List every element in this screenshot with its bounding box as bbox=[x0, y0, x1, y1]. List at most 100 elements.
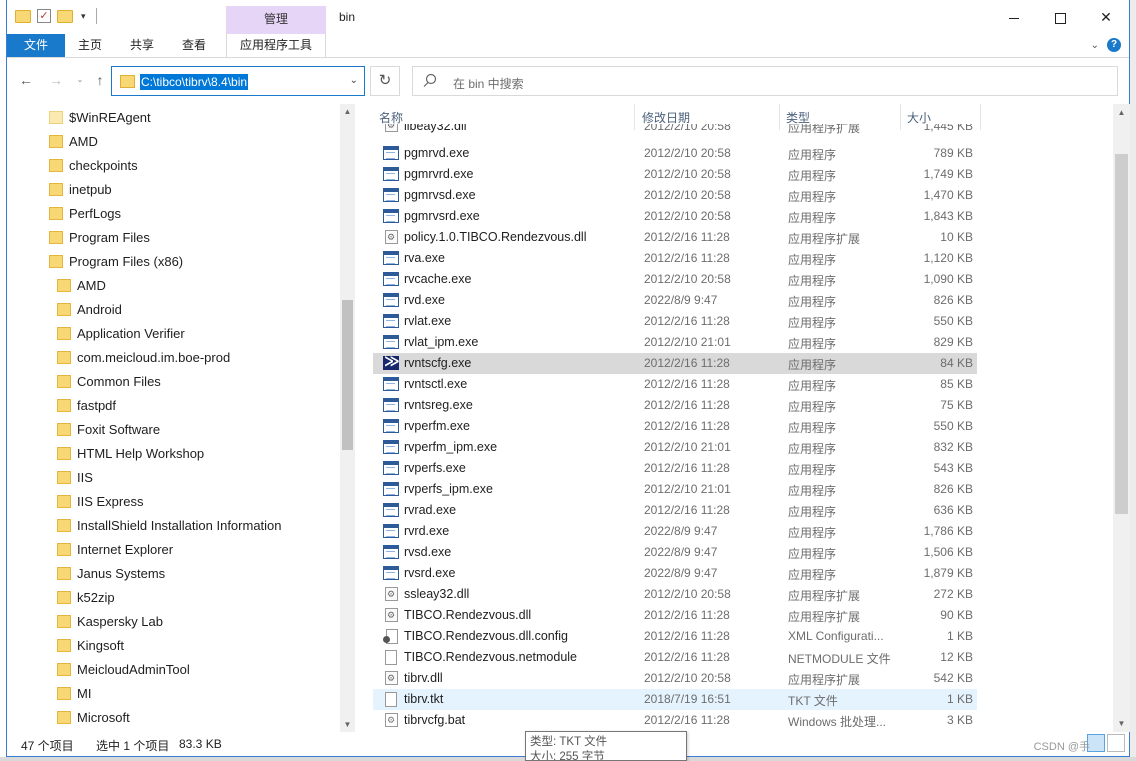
tab-file[interactable]: 文件 bbox=[7, 34, 65, 57]
nav-tree-item[interactable]: IIS bbox=[57, 465, 93, 489]
file-row[interactable]: rvsd.exe 2022/8/9 9:47 应用程序 1,506 KB bbox=[373, 542, 977, 563]
nav-tree-item[interactable]: InstallShield Installation Information bbox=[57, 513, 282, 537]
nav-tree-item[interactable]: AMD bbox=[49, 129, 98, 153]
scroll-up-icon[interactable]: ▲ bbox=[1113, 104, 1130, 121]
search-input[interactable]: 在 bin 中搜索 bbox=[412, 66, 1118, 96]
address-dropdown-chevron-icon[interactable]: ⌄ bbox=[350, 75, 358, 86]
file-name: rvlat_ipm.exe bbox=[404, 335, 479, 349]
file-type: XML Configurati... bbox=[788, 629, 884, 643]
nav-tree-item[interactable]: Internet Explorer bbox=[57, 537, 173, 561]
nav-tree-item[interactable]: AMD bbox=[57, 273, 106, 297]
scroll-down-icon[interactable]: ▼ bbox=[340, 717, 355, 732]
file-row[interactable]: rvlat.exe 2012/2/16 11:28 应用程序 550 KB bbox=[373, 311, 977, 332]
file-row[interactable]: rvperfs.exe 2012/2/16 11:28 应用程序 543 KB bbox=[373, 458, 977, 479]
file-row[interactable]: tibrv.tkt 2018/7/19 16:51 TKT 文件 1 KB bbox=[373, 689, 977, 710]
file-row[interactable]: rvrd.exe 2022/8/9 9:47 应用程序 1,786 KB bbox=[373, 521, 977, 542]
file-row[interactable]: rvntsctl.exe 2012/2/16 11:28 应用程序 85 KB bbox=[373, 374, 977, 395]
file-row[interactable]: rvcache.exe 2012/2/10 20:58 应用程序 1,090 KB bbox=[373, 269, 977, 290]
nav-tree-item[interactable]: fastpdf bbox=[57, 393, 116, 417]
tab-view[interactable]: 查看 bbox=[173, 34, 215, 57]
nav-tree-item-label: MI bbox=[77, 685, 92, 701]
file-row[interactable]: pgmrvd.exe 2012/2/10 20:58 应用程序 789 KB bbox=[373, 143, 977, 164]
file-modified-date: 2022/8/9 9:47 bbox=[644, 566, 718, 580]
file-row[interactable]: ssleay32.dll 2012/2/10 20:58 应用程序扩展 272 KB bbox=[373, 584, 977, 605]
nav-tree-item[interactable]: Common Files bbox=[57, 369, 161, 393]
file-row[interactable]: rvd.exe 2022/8/9 9:47 应用程序 826 KB bbox=[373, 290, 977, 311]
nav-tree-item[interactable]: MI bbox=[57, 681, 91, 705]
scroll-down-icon[interactable]: ▼ bbox=[1113, 715, 1130, 732]
quick-access-toolbar: ✓ ▾ bbox=[15, 8, 97, 24]
dll-icon bbox=[385, 124, 398, 132]
address-path[interactable]: C:\tibco\tibrv\8.4\bin bbox=[140, 74, 249, 90]
file-type: 应用程序 bbox=[788, 274, 837, 288]
nav-tree-item[interactable]: MeicloudAdminTool bbox=[57, 657, 190, 681]
nav-tree-item[interactable]: Android bbox=[57, 297, 122, 321]
file-row[interactable]: rvntsreg.exe 2012/2/16 11:28 应用程序 75 KB bbox=[373, 395, 977, 416]
address-bar[interactable]: C:\tibco\tibrv\8.4\bin ⌄ bbox=[111, 66, 365, 96]
nav-tree-item[interactable]: checkpoints bbox=[49, 153, 138, 177]
customize-toolbar-chevron-icon[interactable]: ▾ bbox=[81, 11, 86, 22]
nav-tree-item[interactable]: PerfLogs bbox=[49, 201, 121, 225]
large-icons-view-icon[interactable] bbox=[1107, 734, 1125, 752]
nav-tree-item[interactable]: Microsoft bbox=[57, 705, 130, 729]
nav-tree-item[interactable]: Kingsoft bbox=[57, 633, 124, 657]
file-row[interactable]: tibrv.dll 2012/2/10 20:58 应用程序扩展 542 KB bbox=[373, 668, 977, 689]
nav-tree-item[interactable]: $WinREAgent bbox=[49, 105, 151, 129]
tab-home[interactable]: 主页 bbox=[69, 34, 111, 57]
nav-tree-item[interactable]: Janus Systems bbox=[57, 561, 165, 585]
file-row[interactable]: pgmrvrd.exe 2012/2/10 20:58 应用程序 1,749 KB bbox=[373, 164, 977, 185]
file-row[interactable]: TIBCO.Rendezvous.dll.config 2012/2/16 11:… bbox=[373, 626, 977, 647]
new-folder-icon[interactable] bbox=[57, 9, 73, 23]
nav-tree-item[interactable]: k52zip bbox=[57, 585, 115, 609]
file-row[interactable]: TIBCO.Rendezvous.netmodule 2012/2/16 11:2… bbox=[373, 647, 977, 668]
file-list-scrollbar[interactable]: ▲ ▼ bbox=[1113, 104, 1130, 732]
scrollbar-thumb[interactable] bbox=[1115, 154, 1128, 514]
properties-icon[interactable]: ✓ bbox=[37, 9, 51, 23]
file-row[interactable]: pgmrvsd.exe 2012/2/10 20:58 应用程序 1,470 KB bbox=[373, 185, 977, 206]
file-row[interactable]: libeay32.dll 2012/2/10 20:58 应用程序扩展 1,445 K… bbox=[373, 124, 977, 138]
file-modified-date: 2012/2/10 20:58 bbox=[644, 167, 731, 181]
file-name: rvntsreg.exe bbox=[404, 398, 473, 412]
nav-tree-item[interactable]: com.meicloud.im.boe-prod bbox=[57, 345, 230, 369]
file-row[interactable]: rvperfm.exe 2012/2/16 11:28 应用程序 550 KB bbox=[373, 416, 977, 437]
file-row[interactable]: policy.1.0.TIBCO.Rendezvous.dll 2012/2/16… bbox=[373, 227, 977, 248]
recent-locations-chevron-icon[interactable]: ⌄ bbox=[69, 70, 91, 90]
tab-share[interactable]: 共享 bbox=[121, 34, 163, 57]
nav-tree-item-label: IIS Express bbox=[77, 493, 144, 509]
file-row[interactable]: rvntscfg.exe 2012/2/16 11:28 应用程序 84 KB bbox=[373, 353, 977, 374]
file-row[interactable]: tibrvcfg.bat 2012/2/16 11:28 Windows 批处理..… bbox=[373, 710, 977, 731]
nav-tree-item[interactable]: Foxit Software bbox=[57, 417, 160, 441]
folder-icon bbox=[49, 206, 63, 220]
file-row[interactable]: rvsrd.exe 2022/8/9 9:47 应用程序 1,879 KB bbox=[373, 563, 977, 584]
expand-ribbon-chevron-icon[interactable]: ⌄ bbox=[1091, 40, 1099, 51]
file-row[interactable]: rvperfm_ipm.exe 2012/2/10 21:01 应用程序 832 KB bbox=[373, 437, 977, 458]
nav-tree-item[interactable]: Application Verifier bbox=[57, 321, 185, 345]
file-row[interactable]: rvlat_ipm.exe 2012/2/10 21:01 应用程序 829 KB bbox=[373, 332, 977, 353]
nav-tree-item-label: Internet Explorer bbox=[77, 541, 174, 557]
file-row[interactable]: TIBCO.Rendezvous.dll 2012/2/16 11:28 应用程序扩… bbox=[373, 605, 977, 626]
scrollbar-thumb[interactable] bbox=[342, 300, 353, 450]
maximize-button[interactable] bbox=[1037, 0, 1083, 34]
nav-tree-item[interactable]: Program Files (x86) bbox=[49, 249, 183, 273]
file-modified-date: 2022/8/9 9:47 bbox=[644, 545, 718, 559]
application-icon bbox=[383, 146, 399, 160]
up-arrow-icon[interactable]: ↑ bbox=[89, 70, 111, 90]
nav-tree-item[interactable]: Kaspersky Lab bbox=[57, 609, 163, 633]
back-arrow-icon[interactable]: ← bbox=[15, 70, 37, 90]
nav-tree-item[interactable]: HTML Help Workshop bbox=[57, 441, 204, 465]
nav-tree-item[interactable]: Program Files bbox=[49, 225, 150, 249]
minimize-button[interactable] bbox=[991, 0, 1037, 34]
nav-tree-item[interactable]: IIS Express bbox=[57, 489, 143, 513]
file-row[interactable]: rvperfs_ipm.exe 2012/2/10 21:01 应用程序 826 KB bbox=[373, 479, 977, 500]
file-row[interactable]: rva.exe 2012/2/16 11:28 应用程序 1,120 KB bbox=[373, 248, 977, 269]
refresh-button[interactable]: ↻ bbox=[370, 66, 400, 96]
file-row[interactable]: pgmrvsrd.exe 2012/2/10 20:58 应用程序 1,843 KB bbox=[373, 206, 977, 227]
scroll-up-icon[interactable]: ▲ bbox=[340, 104, 355, 119]
help-icon[interactable]: ? bbox=[1107, 38, 1121, 52]
forward-arrow-icon[interactable]: → bbox=[45, 70, 67, 90]
file-row[interactable]: rvrad.exe 2012/2/16 11:28 应用程序 636 KB bbox=[373, 500, 977, 521]
close-button[interactable]: ✕ bbox=[1083, 0, 1129, 34]
navigation-scrollbar[interactable]: ▲ ▼ bbox=[340, 104, 355, 732]
nav-tree-item[interactable]: inetpub bbox=[49, 177, 112, 201]
tab-application-tools[interactable]: 应用程序工具 bbox=[226, 34, 326, 57]
